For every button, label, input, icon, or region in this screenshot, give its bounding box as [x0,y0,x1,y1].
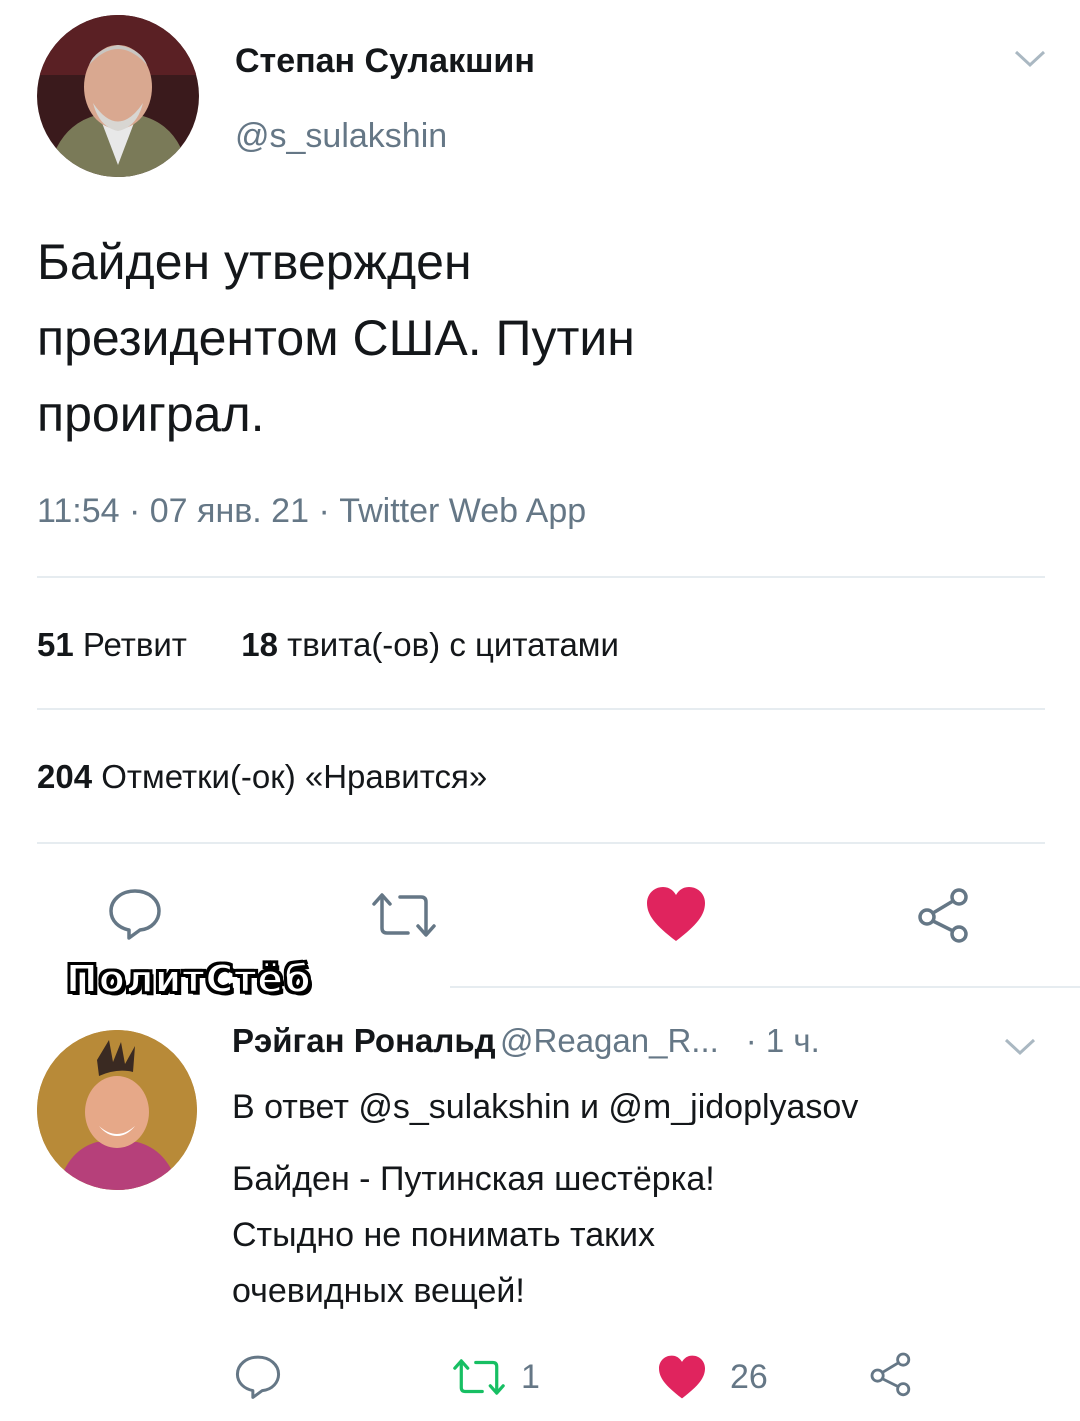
divider [37,842,1045,844]
reply-text: Байден - Путинская шестёрка! Стыдно не п… [232,1151,1052,1319]
tweet-text-line: президентом США. Путин [37,310,635,366]
retweets-count: 51 [37,626,74,663]
quotes-count: 18 [241,626,278,663]
reply-author-handle[interactable]: @Reagan_R... [500,1022,719,1059]
likes-stat[interactable]: 204 Отметки(-ок) «Нравится» [37,758,487,796]
retweets-label: Ретвит [82,626,187,663]
divider [37,708,1045,710]
reply-text-line: Байден - Путинская шестёрка! [232,1160,715,1198]
reply-time[interactable]: · 1 ч. [746,1022,820,1059]
quotes-label: твита(-ов) с цитатами [287,626,619,663]
share-icon[interactable] [868,1350,916,1398]
divider [450,986,1080,988]
retweets-stat[interactable]: 51 Ретвит [37,626,196,663]
quotes-stat[interactable]: 18 твита(-ов) с цитатами [241,626,619,663]
likes-count: 204 [37,758,93,795]
author-name[interactable]: Степан Сулакшин [235,42,535,81]
tweet-stats-row: 51 Ретвит 18 твита(-ов) с цитатами [37,626,619,664]
reply-author-avatar[interactable] [37,1030,197,1190]
retweet-icon[interactable] [450,1356,508,1398]
reply-retweet-count: 1 [521,1358,540,1396]
chevron-down-icon[interactable] [1013,48,1047,70]
reply-text-line: очевидных вещей! [232,1272,525,1310]
retweet-icon[interactable] [368,890,440,940]
tweet-text-line: Байден утвержден [37,234,472,290]
reply-in-reply-to[interactable]: В ответ @s_sulakshin и @m_jidoplyasov [232,1083,858,1131]
reply-header: Рэйган Рональд @Reagan_R... · 1 ч. [232,1022,820,1060]
share-icon[interactable] [915,885,975,945]
tweet-meta[interactable]: 11:54 · 07 янв. 21 · Twitter Web App [37,492,586,531]
tweet-text: Байден утвержден президентом США. Путин … [37,224,1037,452]
divider [37,576,1045,578]
watermark-logo: ПолитСтёб [65,956,312,1002]
likes-label: Отметки(-ок) «Нравится» [101,758,488,795]
tweet-text-line: проиграл. [37,386,265,442]
author-avatar[interactable] [37,15,199,177]
heart-icon[interactable] [645,885,707,943]
reply-text-line: Стыдно не понимать таких [232,1216,655,1254]
author-handle[interactable]: @s_sulakshin [235,117,447,156]
reply-icon[interactable] [234,1352,282,1400]
reply-like-count: 26 [730,1358,768,1396]
heart-icon[interactable] [657,1354,707,1400]
chevron-down-icon[interactable] [1003,1036,1037,1058]
reply-icon[interactable] [107,885,163,941]
reply-author-name[interactable]: Рэйган Рональд [232,1022,496,1059]
